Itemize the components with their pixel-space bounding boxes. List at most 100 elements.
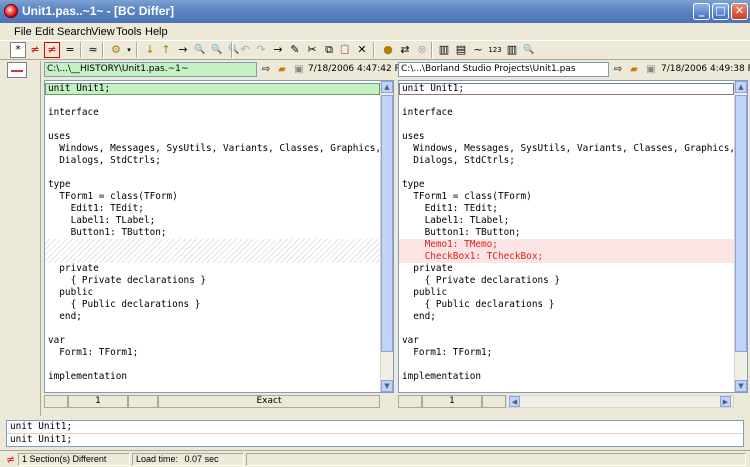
show-differences-button[interactable]: ≠ [27, 42, 43, 58]
code-line[interactable]: interface [402, 107, 453, 119]
cut-icon[interactable]: ✂ [304, 42, 320, 58]
show-all-button[interactable]: * [10, 42, 26, 58]
show-similar-button[interactable]: ≈ [85, 42, 101, 58]
scroll-right-icon[interactable]: ▶ [720, 396, 731, 407]
code-line[interactable]: var [402, 335, 419, 347]
code-line[interactable]: Dialogs, StdCtrls; [402, 155, 515, 167]
show-same-button[interactable]: = [62, 42, 78, 58]
code-line[interactable]: CheckBox1: TCheckBox; [402, 251, 544, 263]
left-save-icon[interactable]: ▣ [292, 63, 306, 77]
code-line[interactable]: Form1: TForm1; [48, 347, 138, 359]
left-editor[interactable]: unit Unit1; interface uses Windows, Messag… [44, 80, 394, 393]
delete-icon[interactable]: ✕ [354, 42, 370, 58]
find-icon[interactable]: 🔍 [192, 42, 208, 58]
code-line[interactable]: TForm1 = class(TForm) [402, 191, 532, 203]
code-line[interactable]: end; [48, 311, 82, 323]
code-line[interactable]: { Private declarations } [402, 275, 560, 287]
over-under-layout-icon[interactable]: ▤ [453, 42, 469, 58]
menu-file[interactable]: File [14, 26, 32, 38]
code-line[interactable]: implementation [48, 371, 127, 383]
code-line[interactable]: var [48, 335, 65, 347]
right-back-icon[interactable]: ⇨ [611, 63, 625, 77]
code-line[interactable]: implementation [402, 371, 481, 383]
stop-icon[interactable]: ⊗ [414, 42, 430, 58]
scroll-down-icon[interactable]: ▼ [735, 380, 747, 392]
scroll-thumb[interactable] [735, 95, 747, 352]
code-line[interactable]: Edit1: TEdit; [402, 203, 498, 215]
prev-difference-icon[interactable]: ↑ [158, 42, 174, 58]
left-path-field[interactable]: C:\...\__HISTORY\Unit1.pas.~1~ [44, 62, 257, 77]
code-line[interactable]: end; [402, 311, 436, 323]
close-button[interactable]: ✕ [731, 3, 748, 20]
code-line[interactable]: interface [48, 107, 99, 119]
column-view-icon[interactable]: ▥ [504, 42, 520, 58]
code-line[interactable]: uses [48, 131, 71, 143]
ignore-whitespace-icon[interactable]: ~ [470, 42, 486, 58]
menu-edit[interactable]: Edit [35, 26, 54, 38]
undo-icon[interactable]: ↶ [237, 42, 253, 58]
right-path-field[interactable]: C:\...\Borland Studio Projects\Unit1.pas [398, 62, 609, 77]
code-line[interactable]: Form1: TForm1; [402, 347, 492, 359]
swap-sides-icon[interactable]: ⇄ [397, 42, 413, 58]
left-back-icon[interactable]: ⇨ [259, 63, 273, 77]
next-difference-icon[interactable]: ↓ [142, 42, 158, 58]
app-icon[interactable] [4, 4, 18, 18]
title-bar[interactable]: Unit1.pas..~1~ - [BC Differ] _ □ ✕ [0, 0, 750, 23]
maximize-button[interactable]: □ [712, 3, 729, 20]
right-vertical-scrollbar[interactable]: ▲ ▼ [734, 81, 747, 392]
code-line[interactable]: { Public declarations } [402, 299, 555, 311]
menu-view[interactable]: View [91, 26, 115, 38]
code-line[interactable]: unit Unit1; [402, 83, 464, 95]
code-line[interactable]: unit Unit1; [48, 83, 110, 95]
scroll-up-icon[interactable]: ▲ [381, 81, 393, 93]
menu-search[interactable]: Search [57, 26, 92, 38]
code-line[interactable]: Button1: TButton; [48, 227, 167, 239]
left-vertical-scrollbar[interactable]: ▲ ▼ [380, 81, 393, 392]
code-line[interactable]: public [402, 287, 447, 299]
side-by-side-layout-icon[interactable]: ▥ [436, 42, 452, 58]
scroll-left-icon[interactable]: ◀ [509, 396, 520, 407]
line-compare-panel[interactable]: unit Unit1; unit Unit1; [6, 420, 744, 447]
paste-icon[interactable]: 📋 [337, 42, 353, 58]
right-save-icon[interactable]: ▣ [644, 63, 658, 77]
code-line[interactable]: TForm1 = class(TForm) [48, 191, 178, 203]
code-line[interactable]: Edit1: TEdit; [48, 203, 144, 215]
rules-dropdown-icon[interactable]: ▾ [121, 42, 137, 58]
goto-line-icon[interactable]: → [270, 42, 286, 58]
edit-icon[interactable]: ✎ [287, 42, 303, 58]
right-horizontal-scrollbar[interactable]: ◀ ▶ [506, 395, 734, 408]
zoom-icon[interactable]: 🔍 [521, 42, 537, 58]
code-line[interactable]: { Private declarations } [48, 275, 206, 287]
scroll-down-icon[interactable]: ▼ [381, 380, 393, 392]
find-next-icon[interactable]: 🔍 [209, 42, 225, 58]
minimize-button[interactable]: _ [693, 3, 710, 20]
code-line[interactable]: Button1: TButton; [402, 227, 521, 239]
scroll-up-icon[interactable]: ▲ [735, 81, 747, 93]
code-line[interactable]: Label1: TLabel; [48, 215, 156, 227]
code-line[interactable]: Memo1: TMemo; [402, 239, 498, 251]
line-numbers-icon[interactable]: 123 [487, 42, 503, 58]
copy-icon[interactable]: ⧉ [321, 42, 337, 58]
show-context-button[interactable]: ≠ [44, 42, 60, 58]
refresh-icon[interactable]: ● [380, 42, 396, 58]
left-open-folder-icon[interactable]: ▰ [275, 63, 289, 77]
code-line[interactable]: private [48, 263, 99, 275]
code-line[interactable]: uses [402, 131, 425, 143]
thumbnail-gutter[interactable] [3, 61, 41, 416]
code-line[interactable]: type [402, 179, 425, 191]
scroll-thumb[interactable] [381, 95, 393, 352]
code-line[interactable]: private [402, 263, 453, 275]
right-open-folder-icon[interactable]: ▰ [627, 63, 641, 77]
code-line[interactable]: type [48, 179, 71, 191]
code-line[interactable]: Windows, Messages, SysUtils, Variants, C… [48, 143, 393, 155]
code-line[interactable]: Windows, Messages, SysUtils, Variants, C… [402, 143, 747, 155]
code-line[interactable]: Dialogs, StdCtrls; [48, 155, 161, 167]
code-line[interactable]: { Public declarations } [48, 299, 201, 311]
menu-help[interactable]: Help [145, 26, 168, 38]
code-line[interactable]: Label1: TLabel; [402, 215, 510, 227]
redo-icon[interactable]: ↷ [253, 42, 269, 58]
code-line[interactable]: public [48, 287, 93, 299]
right-editor[interactable]: unit Unit1; interface uses Windows, Messag… [398, 80, 748, 393]
menu-tools[interactable]: Tools [116, 26, 142, 38]
go-to-icon[interactable]: → [175, 42, 191, 58]
